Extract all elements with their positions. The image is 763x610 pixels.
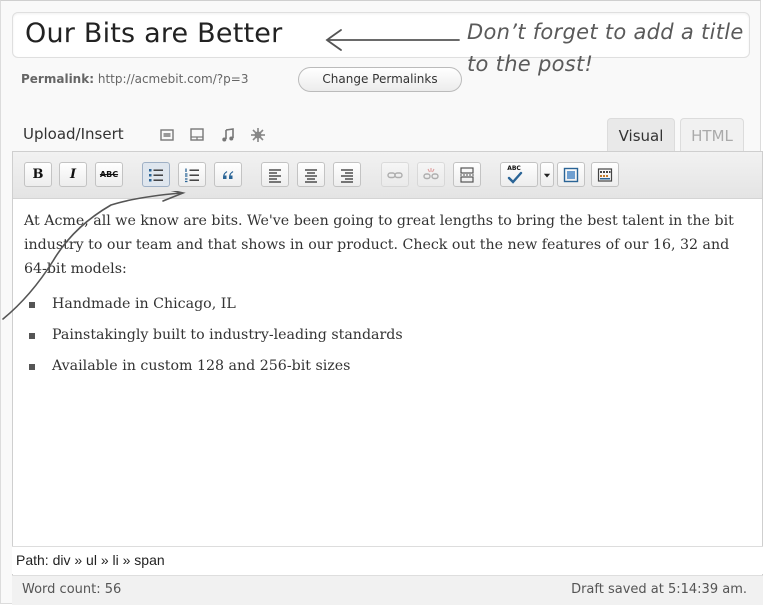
list-item: Available in custom 128 and 256-bit size… (29, 351, 754, 382)
bold-icon: B (32, 167, 44, 182)
media-icon[interactable] (250, 127, 266, 143)
align-right-icon (341, 169, 353, 183)
editor-status-bar: Word count: 56 Draft saved at 5:14:39 am… (12, 575, 763, 605)
more-tag-button[interactable] (453, 162, 481, 187)
bullet-list-icon (149, 169, 163, 182)
permalink-url: http://acmebit.com/?p=3 (97, 72, 249, 86)
dropdown-arrow-icon (543, 173, 551, 178)
numbered-list-icon (185, 168, 199, 183)
kitchen-sink-button[interactable] (591, 162, 619, 187)
tab-visual[interactable]: Visual (607, 118, 675, 152)
annotation-arrow-icon (325, 29, 460, 51)
fullscreen-button[interactable] (557, 162, 585, 187)
word-count: Word count: 56 (22, 582, 122, 597)
unlink-button[interactable] (417, 162, 445, 187)
image-icon[interactable] (159, 127, 175, 143)
bold-button[interactable]: B (24, 162, 52, 187)
permalink-label: Permalink: (21, 72, 95, 86)
upload-insert-label: Upload/Insert (23, 125, 124, 143)
align-center-button[interactable] (297, 162, 325, 187)
bullet-list-button[interactable] (142, 162, 170, 187)
blockquote-button[interactable] (214, 162, 242, 187)
audio-icon[interactable] (220, 127, 236, 143)
strikethrough-button[interactable]: ABC (95, 162, 123, 187)
align-left-icon (269, 169, 281, 183)
post-editor-frame: Our Bits are Better Don’t forget to add … (0, 0, 763, 605)
annotation-title-note: Don’t forget to add a title to the post! (467, 20, 744, 76)
annotation-pointer-arrow-icon (2, 191, 186, 320)
link-icon (387, 172, 403, 179)
permalink-row: Permalink: http://acmebit.com/?p=3 (21, 72, 248, 86)
align-right-button[interactable] (333, 162, 361, 187)
insert-link-button[interactable] (381, 162, 409, 187)
spellcheck-button[interactable]: ABC (500, 162, 538, 187)
fullscreen-icon (563, 167, 579, 183)
spellcheck-dropdown[interactable] (540, 162, 554, 187)
align-left-button[interactable] (261, 162, 289, 187)
video-icon[interactable] (189, 127, 205, 143)
italic-button[interactable]: I (59, 162, 87, 187)
tab-html[interactable]: HTML (680, 118, 744, 152)
draft-saved-status: Draft saved at 5:14:39 am. (571, 582, 747, 597)
strikethrough-icon: ABC (99, 170, 119, 179)
spellcheck-icon (507, 171, 523, 184)
change-permalinks-button[interactable]: Change Permalinks (298, 67, 462, 92)
editor-path-bar: Path: div » ul » li » span (12, 546, 763, 574)
post-title-text: Our Bits are Better (25, 18, 283, 49)
blockquote-icon (223, 171, 234, 179)
kitchen-sink-icon (597, 168, 613, 182)
unlink-icon (423, 168, 439, 180)
italic-icon: I (69, 167, 77, 182)
align-center-icon (305, 169, 317, 183)
more-tag-icon (460, 167, 474, 183)
numbered-list-button[interactable] (178, 162, 206, 187)
